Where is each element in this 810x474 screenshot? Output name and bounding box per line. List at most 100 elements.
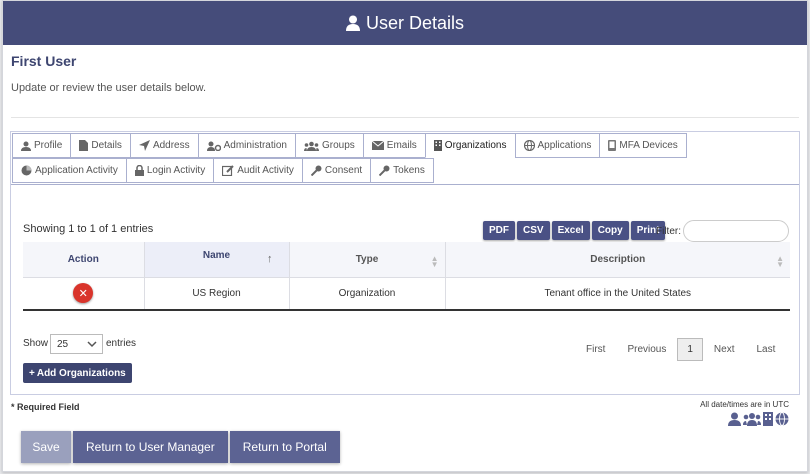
column-header-label: Description: [590, 253, 646, 265]
form-actions: Save Return to User Manager Return to Po…: [21, 431, 340, 463]
export-buttons: PDF CSV Excel Copy Print: [483, 221, 666, 240]
device-icon: [608, 140, 617, 151]
table-info: Showing 1 to 1 of 1 entries: [23, 223, 154, 235]
export-excel-button[interactable]: Excel: [551, 221, 590, 240]
tab-row-2: Application Activity Login Activity Audi…: [12, 158, 434, 183]
export-pdf-button[interactable]: PDF: [483, 221, 515, 240]
pagination: First Previous 1 Next Last: [575, 338, 786, 361]
user-icon: [21, 141, 31, 151]
user-name: First User: [11, 53, 77, 69]
page-subtitle: Update or review the user details below.: [11, 82, 207, 94]
column-header-label: Action: [67, 253, 99, 265]
tab-label: Profile: [34, 140, 63, 151]
legend-icons: [728, 412, 789, 426]
show-label: Show: [23, 338, 49, 349]
tab-application-activity[interactable]: Application Activity: [12, 158, 127, 183]
key-icon: [310, 165, 322, 176]
tab-tokens[interactable]: Tokens: [370, 158, 434, 183]
tab-label: Emails: [386, 140, 417, 151]
globe-icon: [775, 412, 789, 426]
export-csv-button[interactable]: CSV: [517, 221, 550, 240]
tab-row-1: Profile Details Address Administration G…: [12, 133, 687, 158]
name-cell: US Region: [144, 276, 290, 311]
divider: [11, 117, 799, 118]
user-details-panel: User Details First User Update or review…: [2, 0, 808, 472]
required-field-note: * Required Field: [11, 402, 80, 412]
user-icon: [728, 412, 741, 426]
tab-label: Address: [152, 140, 190, 151]
column-header-label: Type: [355, 253, 379, 265]
save-button[interactable]: Save: [21, 431, 71, 463]
location-arrow-icon: [138, 140, 150, 151]
tab-label: Administration: [223, 140, 287, 151]
building-icon: [763, 412, 773, 426]
column-header-type[interactable]: Type ▲ ▼: [289, 242, 446, 277]
filter-input[interactable]: [683, 220, 789, 242]
tab-profile[interactable]: Profile: [12, 133, 72, 158]
tab-administration[interactable]: Administration: [197, 133, 296, 158]
column-header-action[interactable]: Action: [23, 242, 145, 277]
pager-next[interactable]: Next: [703, 344, 746, 355]
pie-chart-icon: [21, 165, 32, 176]
column-header-label: Name: [202, 249, 231, 261]
tab-audit-activity[interactable]: Audit Activity: [213, 158, 303, 183]
tab-mfa-devices[interactable]: MFA Devices: [599, 133, 687, 158]
tab-organizations[interactable]: Organizations: [424, 133, 516, 158]
pager-last[interactable]: Last: [745, 344, 786, 355]
add-organizations-label: Add Organizations: [36, 367, 126, 379]
sort-icon: ▲ ▼: [776, 254, 784, 269]
tab-applications[interactable]: Applications: [514, 133, 601, 158]
tab-label: Tokens: [393, 165, 425, 176]
pager-previous[interactable]: Previous: [616, 344, 677, 355]
utc-note: All date/times are in UTC: [700, 400, 789, 409]
tab-details[interactable]: Details: [70, 133, 131, 158]
tabs-container: Profile Details Address Administration G…: [10, 131, 800, 395]
sort-icon: ▲ ▼: [430, 254, 439, 269]
edit-icon: [222, 165, 234, 176]
entries-label: entries: [106, 338, 137, 349]
tab-label: Organizations: [444, 140, 507, 151]
add-organizations-button[interactable]: + Add Organizations: [23, 363, 132, 383]
column-header-name[interactable]: Name ↑: [144, 242, 290, 277]
table-header-row: Action Name ↑ Type ▲ ▼ Description ▲ ▼: [23, 242, 790, 277]
document-icon: [79, 140, 89, 151]
type-cell: Organization: [289, 276, 446, 311]
user-cog-icon: [206, 141, 221, 151]
sort-ascending-icon: ↑: [267, 253, 273, 265]
tab-login-activity[interactable]: Login Activity: [125, 158, 215, 183]
return-to-portal-button[interactable]: Return to Portal: [229, 431, 340, 463]
tab-label: Details: [91, 140, 122, 151]
tab-label: Application Activity: [35, 165, 118, 176]
tab-address[interactable]: Address: [129, 133, 199, 158]
users-icon: [303, 141, 319, 151]
building-icon: [433, 140, 442, 151]
tab-consent[interactable]: Consent: [301, 158, 372, 183]
users-icon: [743, 413, 761, 426]
filter-label: Filter:: [656, 226, 681, 237]
chevron-down-icon: [87, 341, 97, 348]
tab-label: MFA Devices: [619, 140, 678, 151]
organizations-table: Action Name ↑ Type ▲ ▼ Description ▲ ▼ ✕…: [23, 242, 790, 311]
delete-icon[interactable]: ✕: [73, 283, 94, 304]
pager-current-page[interactable]: 1: [677, 338, 703, 361]
page-header: User Details: [3, 1, 807, 45]
page-length-select[interactable]: 25: [50, 334, 103, 354]
return-to-user-manager-button[interactable]: Return to User Manager: [73, 431, 228, 463]
tab-emails[interactable]: Emails: [362, 133, 426, 158]
envelope-icon: [371, 141, 384, 150]
tab-label: Applications: [537, 140, 592, 151]
user-icon: [345, 15, 360, 31]
description-cell: Tenant office in the United States: [445, 276, 790, 311]
tab-label: Audit Activity: [237, 165, 294, 176]
table-row: ✕ US Region Organization Tenant office i…: [23, 276, 790, 311]
tab-label: Groups: [321, 140, 355, 151]
tab-content-border: [11, 184, 799, 185]
tab-groups[interactable]: Groups: [294, 133, 364, 158]
copy-button[interactable]: Copy: [591, 221, 629, 240]
column-header-description[interactable]: Description ▲ ▼: [445, 242, 790, 277]
globe-icon: [523, 140, 535, 151]
pager-first[interactable]: First: [575, 344, 616, 355]
page-title: User Details: [365, 12, 465, 33]
key-icon: [379, 165, 390, 176]
page-length-value: 25: [57, 338, 69, 350]
